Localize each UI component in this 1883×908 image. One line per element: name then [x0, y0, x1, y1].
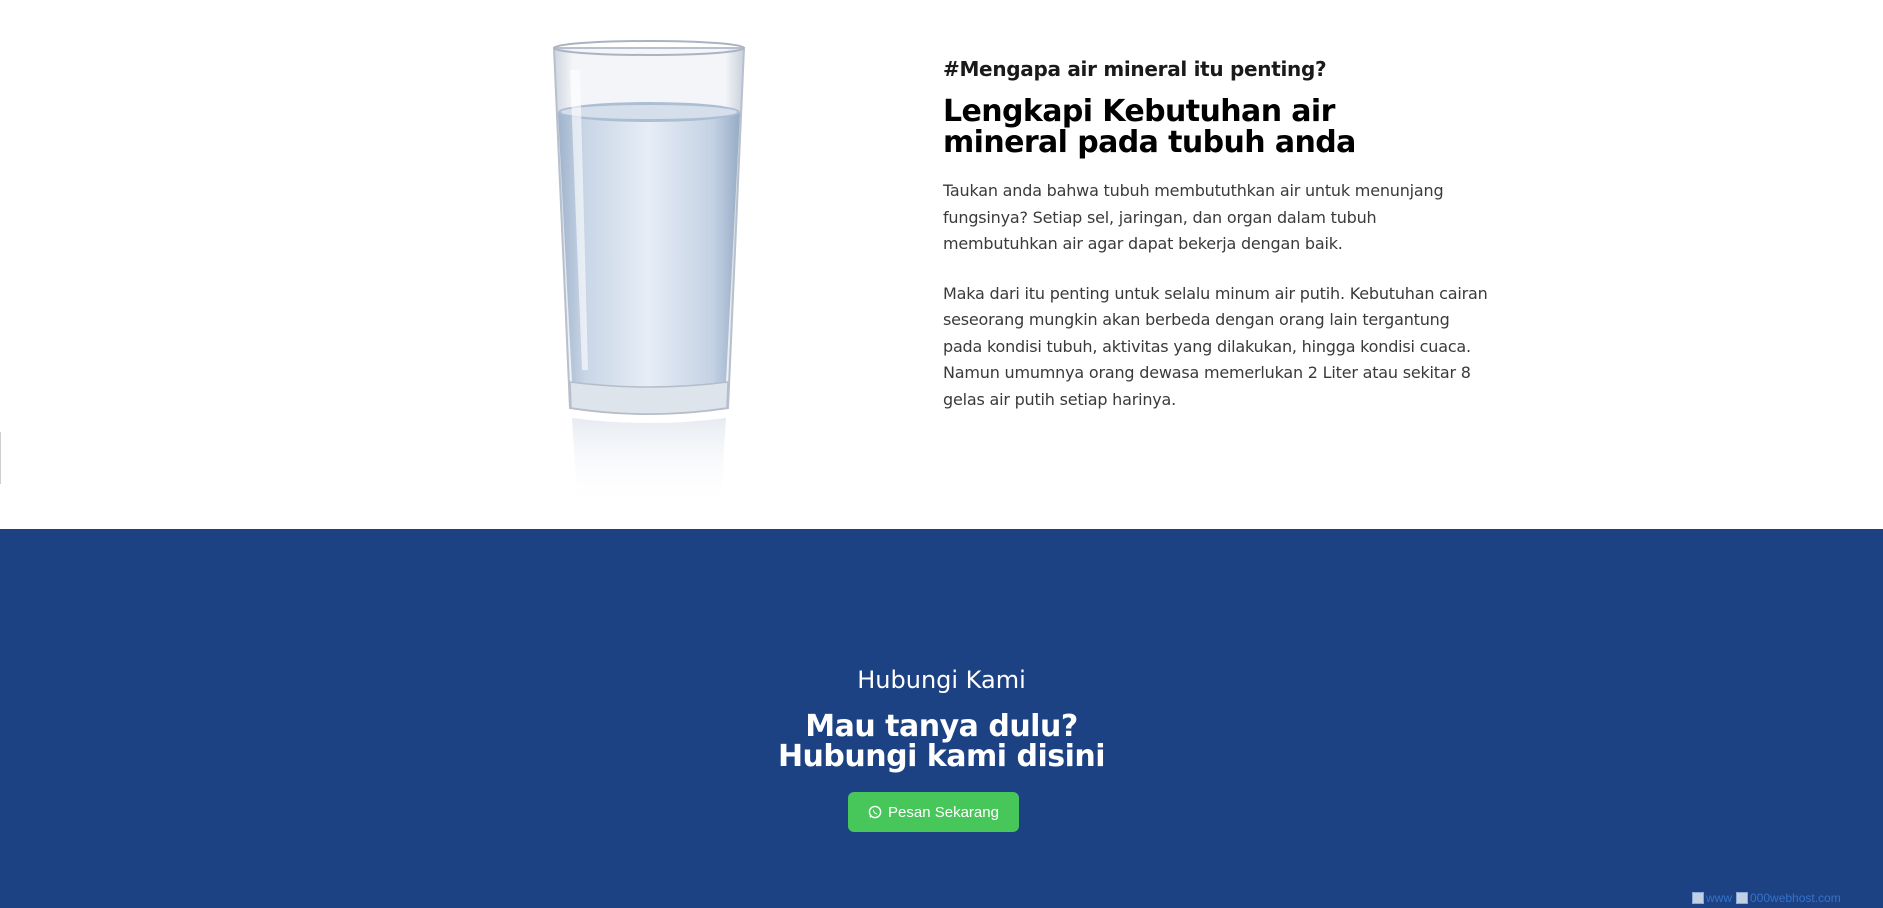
order-now-label: Pesan Sekarang — [888, 803, 999, 821]
about-text: #Mengapa air mineral itu penting? Lengka… — [943, 56, 1503, 413]
paragraph-detail: Maka dari itu penting untuk selalu minum… — [943, 283, 1488, 409]
contact-title-line-2: Hubungi kami disini — [777, 739, 1106, 774]
glass-of-water-icon — [548, 40, 748, 510]
broken-image-2: 000webhost.com — [1736, 892, 1841, 904]
contact-section: Hubungi Kami Mau tanya dulu? Hubungi kam… — [0, 529, 1883, 908]
hosting-badge[interactable]: www 000webhost.com — [1692, 892, 1872, 908]
whatsapp-icon — [868, 805, 882, 819]
section-headline: Lengkapi Kebutuhan air mineral pada tubu… — [943, 94, 1356, 160]
paragraph-intro: Taukan anda bahwa tubuh membututhkan air… — [943, 181, 1444, 253]
edge-divider — [0, 432, 1, 484]
badge-alt-2: 000webhost.com — [1750, 892, 1841, 905]
broken-image-1: www — [1692, 892, 1732, 904]
section-eyebrow: #Mengapa air mineral itu penting? — [943, 57, 1327, 81]
contact-subtitle: Hubungi Kami — [857, 666, 1026, 694]
order-now-button[interactable]: Pesan Sekarang — [848, 792, 1019, 832]
badge-alt-1: www — [1706, 892, 1732, 905]
contact-title: Mau tanya dulu? Hubungi kami disini — [0, 712, 1883, 772]
about-section: #Mengapa air mineral itu penting? Lengka… — [0, 0, 1883, 529]
contact-title-line-1: Mau tanya dulu? — [805, 709, 1078, 744]
